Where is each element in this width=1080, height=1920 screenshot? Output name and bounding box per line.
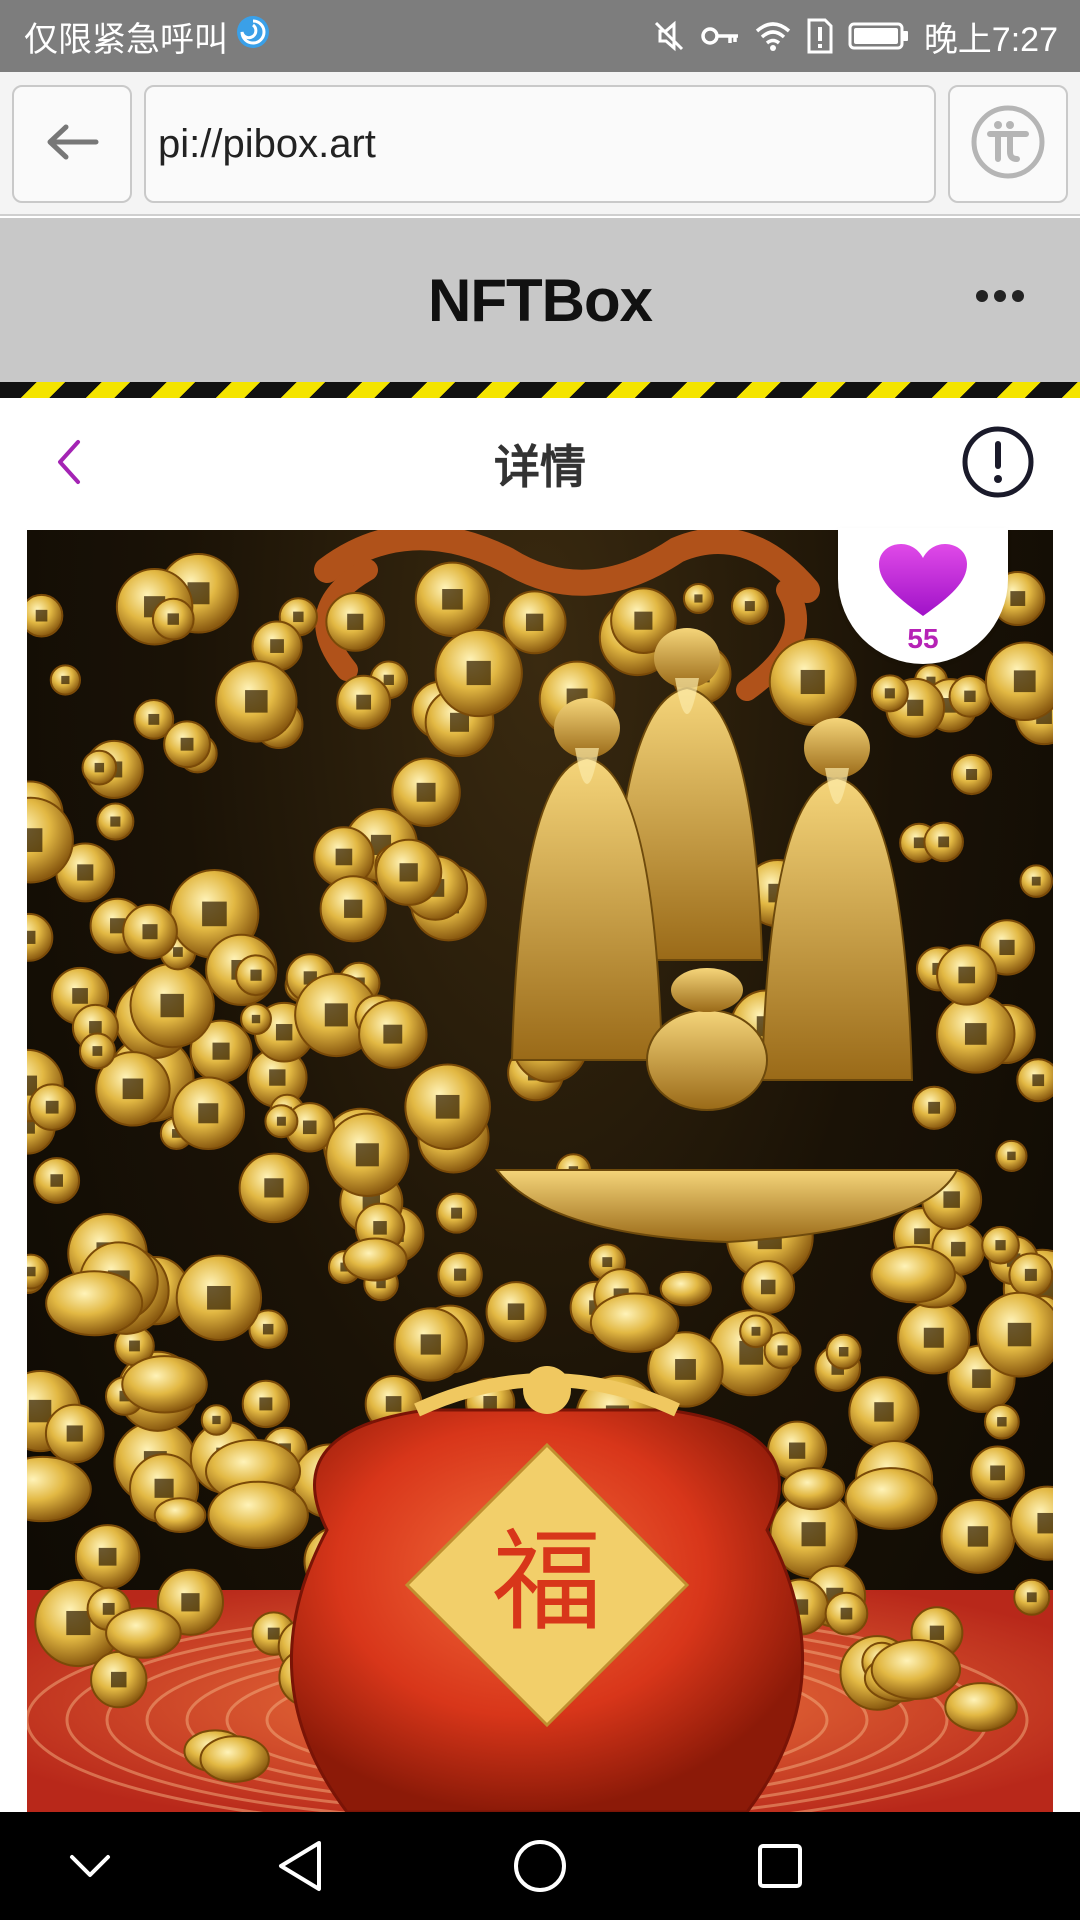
status-time: 晚上7:27 — [923, 20, 1058, 59]
dot — [976, 290, 988, 302]
like-count: 55 — [907, 623, 939, 654]
app-header: NFTBox — [0, 218, 1080, 382]
app-swirl-icon — [236, 15, 270, 58]
chevron-left-icon — [54, 438, 84, 491]
status-right: 晚上7:27 — [652, 12, 1058, 61]
heart-icon — [875, 540, 971, 625]
detail-back-button[interactable] — [44, 436, 94, 492]
detail-title: 详情 — [494, 441, 586, 493]
sim-alert-icon — [806, 18, 834, 54]
arrow-left-icon — [44, 122, 100, 167]
browser-back-button[interactable] — [12, 85, 132, 203]
home-circle-icon[interactable] — [510, 1836, 570, 1896]
mute-icon — [652, 19, 686, 53]
browser-bar: pi://pibox.art — [0, 72, 1080, 216]
bag-character: 福 — [492, 1518, 602, 1646]
more-dots-icon[interactable] — [970, 276, 1030, 316]
system-nav-bar — [0, 1812, 1080, 1920]
info-button[interactable] — [960, 426, 1036, 502]
wifi-icon — [754, 20, 792, 52]
nft-artwork-image[interactable]: 福 — [27, 530, 1053, 1812]
detail-header: 详情 — [0, 398, 1080, 530]
info-exclamation-icon — [961, 425, 1035, 504]
app-title: NFTBox — [428, 266, 653, 334]
key-icon — [700, 21, 740, 51]
battery-icon — [848, 21, 910, 51]
back-triangle-icon[interactable] — [270, 1836, 330, 1896]
status-bar: 仅限紧急呼叫 晚上7:27 — [0, 0, 1080, 72]
dot — [994, 290, 1006, 302]
status-left: 仅限紧急呼叫 — [24, 12, 270, 61]
recents-square-icon[interactable] — [750, 1836, 810, 1896]
url-text: pi://pibox.art — [158, 121, 376, 166]
screen: 仅限紧急呼叫 晚上7:27 pi://pibox.art NFTBox 详情 福… — [0, 0, 1080, 1920]
pi-browser-button[interactable] — [948, 85, 1068, 203]
dot — [1012, 290, 1024, 302]
hazard-stripe-divider — [0, 382, 1080, 398]
pi-logo-icon — [970, 104, 1046, 185]
chevron-down-icon[interactable] — [60, 1836, 120, 1896]
carrier-text: 仅限紧急呼叫 — [24, 20, 228, 59]
url-field[interactable]: pi://pibox.art — [144, 85, 936, 203]
